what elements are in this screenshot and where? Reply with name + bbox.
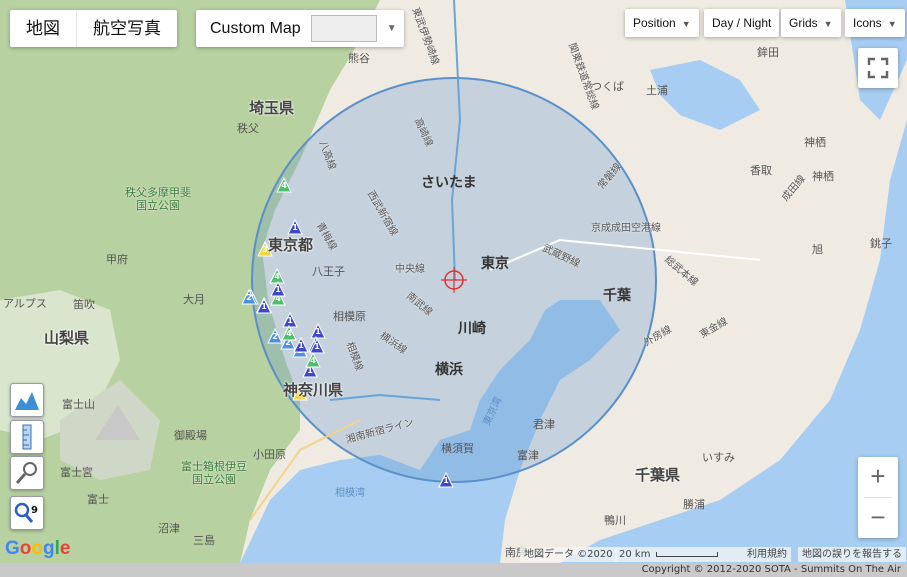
grids-button[interactable]: Grids ▼	[781, 9, 841, 37]
place-hokota: 鉾田	[757, 46, 779, 59]
summit-marker[interactable]: 1	[309, 338, 325, 354]
mountain-profile-icon	[15, 392, 39, 410]
day-night-button[interactable]: Day / Night	[704, 9, 780, 37]
place-kamisu: 神栖	[804, 136, 826, 149]
zoom-out-button[interactable]: −	[858, 498, 898, 538]
scale-bar[interactable]: 20 km	[615, 547, 743, 562]
place-otsuki: 大月	[183, 293, 205, 306]
place-sagamihara: 相模原	[333, 310, 366, 323]
pref-chiba: 千葉県	[635, 466, 681, 484]
map-type-control: 地図 航空写真	[10, 10, 177, 47]
place-fuji: 富士	[87, 493, 109, 506]
magnifier-icon	[15, 462, 37, 484]
sea-sagami: 相模湾	[335, 488, 365, 499]
search-count-badge: 9	[31, 505, 38, 516]
summit-marker[interactable]: 4	[276, 177, 292, 193]
place-kofu: 甲府	[106, 253, 128, 266]
zoom-control: + −	[858, 457, 898, 538]
summit-marker[interactable]: 1	[287, 219, 303, 235]
map-data-credit: 地図データ ©2020	[520, 547, 617, 562]
map-canvas[interactable]: 11212121211443341421411 さいたま 東京 川崎 横浜 千葉…	[0, 0, 907, 563]
place-isumi: いすみ	[702, 451, 735, 464]
place-fujinomiya: 富士宮	[60, 466, 93, 479]
rail-keisei: 京成成田空港線	[591, 223, 661, 234]
place-choshi: 銚子	[870, 237, 892, 250]
place-tsukuba: つくば	[591, 80, 624, 93]
place-asahi: 旭	[812, 243, 823, 256]
place-kawasaki: 川崎	[458, 321, 486, 337]
park-hakone: 富士箱根伊豆 国立公園	[181, 460, 247, 486]
custom-map-label: Custom Map	[210, 19, 301, 37]
fullscreen-icon	[867, 57, 889, 79]
google-logo: Google	[5, 538, 71, 559]
search-location-button[interactable]	[10, 456, 44, 490]
place-fujisan: 富士山	[62, 398, 95, 411]
summit-marker[interactable]: 4	[305, 352, 321, 368]
place-yokosuka: 横須賀	[441, 442, 474, 455]
copyright-bar: Copyright © 2012-2020 SOTA - Summits On …	[0, 563, 907, 577]
place-saitama: さいたま	[421, 175, 477, 191]
place-chiba: 千葉	[603, 288, 631, 304]
place-gotemba: 御殿場	[174, 429, 207, 442]
place-alps: アルプス	[3, 297, 47, 310]
terms-link[interactable]: 利用規約	[743, 547, 791, 562]
chevron-down-icon: ▼	[681, 19, 691, 29]
place-fuefuki: 笛吹	[73, 298, 95, 311]
zoom-in-button[interactable]: +	[858, 457, 898, 497]
chevron-down-icon: ▼	[887, 19, 897, 29]
summit-marker[interactable]: 1	[438, 472, 454, 488]
place-mishima: 三島	[193, 534, 215, 547]
zoom-search-icon	[14, 502, 34, 523]
position-button[interactable]: Position ▼	[625, 9, 699, 37]
place-odawara: 小田原	[253, 448, 286, 461]
place-katori: 香取	[750, 164, 772, 177]
copyright-text: Copyright © 2012-2020 SOTA - Summits On …	[641, 564, 901, 575]
place-kumagaya: 熊谷	[348, 52, 370, 65]
ruler-button[interactable]	[10, 420, 44, 454]
summit-marker[interactable]: 2	[241, 289, 257, 305]
map-type-map-button[interactable]: 地図	[10, 10, 76, 47]
place-tokyo: 東京	[481, 256, 509, 272]
park-chichibu: 秩父多摩甲斐 国立公園	[125, 186, 191, 212]
summit-marker[interactable]: 1	[293, 337, 309, 353]
custom-map-select[interactable]	[310, 15, 377, 42]
place-yokohama: 横浜	[435, 362, 463, 378]
place-kamogawa: 鴨川	[604, 514, 626, 527]
elevation-profile-button[interactable]	[10, 383, 44, 417]
ruler-icon	[22, 424, 32, 450]
chevron-down-icon[interactable]: ▼	[387, 23, 397, 34]
chevron-down-icon: ▼	[823, 19, 833, 29]
search-summits-button[interactable]: 9	[10, 496, 44, 530]
pref-saitama: 埼玉県	[249, 99, 295, 117]
place-futtsu: 富津	[517, 449, 539, 462]
place-numazu: 沼津	[158, 522, 180, 535]
map-type-aerial-button[interactable]: 航空写真	[77, 10, 177, 47]
place-katsuura: 勝浦	[683, 498, 705, 511]
place-kimitsu: 君津	[533, 418, 555, 431]
place-hachioji: 八王子	[312, 265, 345, 278]
place-chichibu: 秩父	[237, 122, 259, 135]
custom-map-control[interactable]: Custom Map ▼	[196, 10, 404, 47]
pref-kanagawa: 神奈川県	[283, 381, 344, 399]
fullscreen-button[interactable]	[858, 48, 898, 88]
place-tsuchiura: 土浦	[646, 84, 668, 97]
place-kamisu2: 神栖	[812, 170, 834, 183]
pref-yamanashi: 山梨県	[44, 329, 90, 347]
report-error-link[interactable]: 地図の誤りを報告する	[798, 547, 906, 562]
pref-tokyo: 東京都	[268, 236, 314, 254]
summit-marker[interactable]: 1	[270, 281, 286, 297]
rail-chuo: 中央線	[395, 264, 425, 275]
summit-marker[interactable]: 1	[256, 298, 272, 314]
icons-button[interactable]: Icons ▼	[845, 9, 905, 37]
